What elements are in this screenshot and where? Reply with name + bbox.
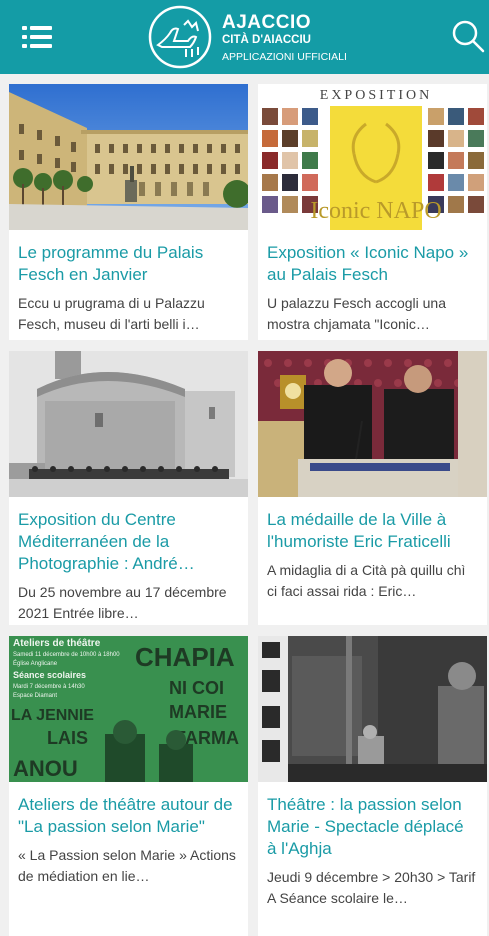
article-title[interactable]: Exposition « Iconic Napo » au Palais Fes…: [267, 242, 477, 286]
news-card[interactable]: La médaille de la Ville à l'humoriste Er…: [258, 351, 487, 625]
article-thumbnail: [258, 351, 487, 497]
menu-button[interactable]: [22, 24, 54, 50]
article-summary: « La Passion selon Marie » Actions de mé…: [18, 847, 236, 884]
article-thumbnail: [258, 636, 487, 782]
article-thumbnail: Iconic NAPO EXPOSITION: [258, 84, 487, 230]
article-title[interactable]: Ateliers de théâtre autour de "La passio…: [18, 794, 238, 838]
search-button[interactable]: [450, 18, 486, 54]
article-title[interactable]: Exposition du Centre Méditerranéen de la…: [18, 509, 238, 575]
news-feed: Le programme du Palais Fesch en Janvier …: [9, 84, 487, 936]
article-thumbnail: [9, 84, 248, 230]
poster-title-text: Ateliers de théâtre: [13, 638, 101, 649]
article-title[interactable]: Théâtre : la passion selon Marie - Spect…: [267, 794, 477, 860]
menu-icon: [22, 26, 52, 48]
news-card[interactable]: Iconic NAPO EXPOSITION Exposition « Icon…: [258, 84, 487, 340]
article-summary: A midaglia di a Cità pà quillu chì ci fa…: [267, 562, 466, 599]
article-summary: Jeudi 9 décembre > 20h30 > Tarif A Séanc…: [267, 869, 476, 906]
app-tagline: APPLICAZIONI UFFICIALI: [222, 51, 347, 63]
news-card[interactable]: Exposition du Centre Méditerranéen de la…: [9, 351, 248, 625]
search-icon: [452, 20, 485, 53]
poster-graffiti-text: CHAPIA: [135, 642, 235, 672]
poster-school-venue-text: Espace Diamant: [13, 693, 57, 699]
news-card[interactable]: Théâtre : la passion selon Marie - Spect…: [258, 636, 487, 936]
poster-graffiti-text: LAIS: [47, 728, 88, 748]
city-emblem-icon: [148, 5, 212, 69]
poster-graffiti-text: ANOU: [13, 756, 78, 781]
cover-title-text: Iconic NAPO: [310, 198, 441, 224]
article-title[interactable]: Le programme du Palais Fesch en Janvier: [18, 242, 238, 286]
poster-graffiti-text: NI COI: [169, 678, 224, 698]
article-summary: U palazzu Fesch accogli una mostra chjam…: [267, 295, 446, 332]
poster-date-text: Samedi 11 décembre de 10h00 à 18h00: [13, 652, 120, 658]
app-subtitle: CITÀ D'AIACCIU: [222, 34, 311, 46]
news-card[interactable]: Le programme du Palais Fesch en Janvier …: [9, 84, 248, 340]
poster-graffiti-text: LA JENNIE: [11, 707, 94, 724]
app-title: AJACCIO: [222, 12, 312, 33]
poster-school-date-text: Mardi 7 décembre à 14h30: [13, 684, 85, 690]
poster-venue-text: Église Anglicane: [13, 660, 58, 667]
poster-graffiti-text: MARIE: [169, 702, 227, 722]
app-header: AJACCIO CITÀ D'AIACCIU APPLICAZIONI UFFI…: [0, 0, 489, 74]
city-logo[interactable]: AJACCIO CITÀ D'AIACCIU APPLICAZIONI UFFI…: [148, 5, 378, 71]
news-card[interactable]: Ateliers de théâtre Samedi 11 décembre d…: [9, 636, 248, 936]
article-summary: Du 25 novembre au 17 décembre 2021 Entré…: [18, 584, 227, 621]
article-summary: Eccu u prugrama di u Palazzu Fesch, muse…: [18, 295, 205, 332]
article-thumbnail: Ateliers de théâtre Samedi 11 décembre d…: [9, 636, 248, 782]
article-thumbnail: [9, 351, 248, 497]
article-title[interactable]: La médaille de la Ville à l'humoriste Er…: [267, 509, 477, 553]
exposition-heading-text: EXPOSITION: [320, 88, 432, 103]
poster-school-text: Séance scolaires: [13, 670, 86, 680]
